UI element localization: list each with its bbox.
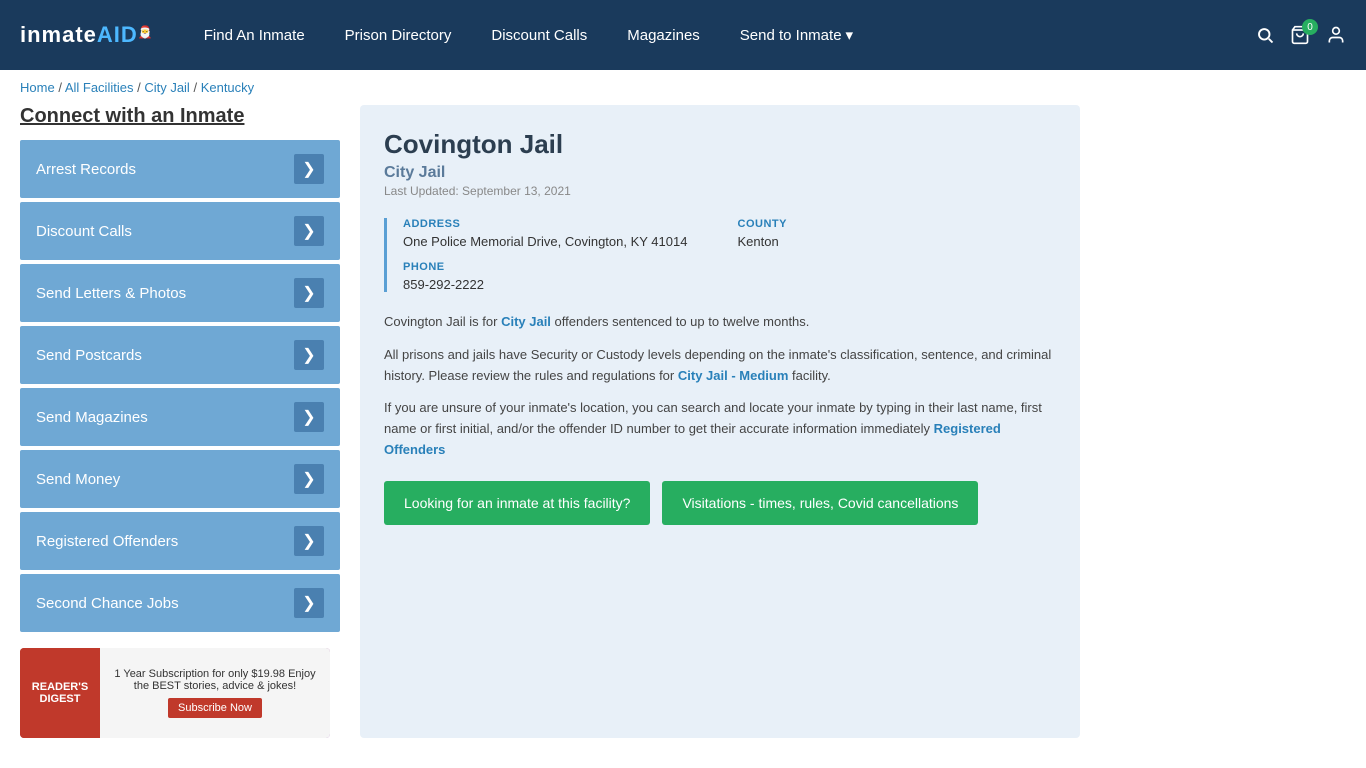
phone-label: PHONE xyxy=(403,261,1056,273)
sidebar-item-label: Arrest Records xyxy=(36,161,136,178)
county-block: COUNTY Kenton xyxy=(738,218,1057,249)
chevron-right-icon: ❯ xyxy=(294,526,324,556)
sidebar-item-send-money[interactable]: Send Money ❯ xyxy=(20,450,340,508)
breadcrumb-state[interactable]: Kentucky xyxy=(201,80,254,95)
phone-value: 859-292-2222 xyxy=(403,277,1056,292)
description-1: Covington Jail is for City Jail offender… xyxy=(384,312,1056,333)
sidebar-item-label: Send Postcards xyxy=(36,347,142,364)
address-value: One Police Memorial Drive, Covington, KY… xyxy=(403,234,722,249)
address-label: ADDRESS xyxy=(403,218,722,230)
ad-inner: READER'S DIGEST 1 Year Subscription for … xyxy=(20,648,330,738)
nav-discount-calls[interactable]: Discount Calls xyxy=(471,0,607,70)
sidebar-item-discount-calls[interactable]: Discount Calls ❯ xyxy=(20,202,340,260)
nav-send-to-inmate[interactable]: Send to Inmate ▾ xyxy=(720,0,873,70)
city-jail-medium-link[interactable]: City Jail - Medium xyxy=(678,368,789,383)
sidebar-item-label: Second Chance Jobs xyxy=(36,595,179,612)
sidebar-item-send-postcards[interactable]: Send Postcards ❯ xyxy=(20,326,340,384)
address-block: ADDRESS One Police Memorial Drive, Covin… xyxy=(403,218,722,249)
sidebar-item-label: Send Magazines xyxy=(36,409,148,426)
chevron-right-icon: ❯ xyxy=(294,278,324,308)
user-button[interactable] xyxy=(1326,25,1346,45)
cart-button[interactable]: 0 xyxy=(1290,25,1310,45)
sidebar-item-label: Registered Offenders xyxy=(36,533,178,550)
sidebar-item-send-letters[interactable]: Send Letters & Photos ❯ xyxy=(20,264,340,322)
search-icon xyxy=(1256,26,1274,44)
breadcrumb-city-jail[interactable]: City Jail xyxy=(144,80,190,95)
facility-title: Covington Jail xyxy=(384,129,1056,160)
sidebar-item-label: Discount Calls xyxy=(36,223,132,240)
facility-details-section: ADDRESS One Police Memorial Drive, Covin… xyxy=(384,218,1056,292)
nav-magazines[interactable]: Magazines xyxy=(607,0,720,70)
logo-inmate: inmate xyxy=(20,22,97,47)
breadcrumb-all-facilities[interactable]: All Facilities xyxy=(65,80,134,95)
sidebar: Connect with an Inmate Arrest Records ❯ … xyxy=(20,105,340,738)
chevron-right-icon: ❯ xyxy=(294,588,324,618)
header-icons: 0 xyxy=(1256,25,1346,45)
visitations-button[interactable]: Visitations - times, rules, Covid cancel… xyxy=(662,481,978,525)
info-grid: ADDRESS One Police Memorial Drive, Covin… xyxy=(403,218,1056,249)
logo-text: inmateAID🎅 xyxy=(20,22,154,48)
breadcrumb: Home / All Facilities / City Jail / Kent… xyxy=(0,70,1366,105)
city-jail-link-1[interactable]: City Jail xyxy=(501,314,551,329)
ad-banner[interactable]: READER'S DIGEST 1 Year Subscription for … xyxy=(20,648,330,738)
sidebar-item-second-chance-jobs[interactable]: Second Chance Jobs ❯ xyxy=(20,574,340,632)
sidebar-item-label: Send Money xyxy=(36,471,120,488)
chevron-right-icon: ❯ xyxy=(294,216,324,246)
breadcrumb-home[interactable]: Home xyxy=(20,80,55,95)
user-icon xyxy=(1326,25,1346,45)
sidebar-item-registered-offenders[interactable]: Registered Offenders ❯ xyxy=(20,512,340,570)
ad-subscribe-button[interactable]: Subscribe Now xyxy=(168,698,262,718)
ad-logo: READER'S DIGEST xyxy=(20,648,100,738)
chevron-right-icon: ❯ xyxy=(294,154,324,184)
facility-updated: Last Updated: September 13, 2021 xyxy=(384,184,1056,198)
cart-badge: 0 xyxy=(1302,19,1318,35)
main-content: Connect with an Inmate Arrest Records ❯ … xyxy=(0,105,1100,758)
chevron-right-icon: ❯ xyxy=(294,340,324,370)
facility-type: City Jail xyxy=(384,164,1056,182)
header: inmateAID🎅 Find An Inmate Prison Directo… xyxy=(0,0,1366,70)
chevron-right-icon: ❯ xyxy=(294,402,324,432)
sidebar-item-label: Send Letters & Photos xyxy=(36,285,186,302)
ad-promo-text: 1 Year Subscription for only $19.98 Enjo… xyxy=(108,668,322,692)
ad-content: 1 Year Subscription for only $19.98 Enjo… xyxy=(100,648,330,738)
send-to-inmate-dropdown-arrow: ▾ xyxy=(846,26,854,44)
sidebar-title: Connect with an Inmate xyxy=(20,105,340,128)
sidebar-item-send-magazines[interactable]: Send Magazines ❯ xyxy=(20,388,340,446)
logo-aid: AID xyxy=(97,22,138,47)
description-3: If you are unsure of your inmate's locat… xyxy=(384,398,1056,460)
logo[interactable]: inmateAID🎅 xyxy=(20,22,154,48)
description-2: All prisons and jails have Security or C… xyxy=(384,345,1056,387)
chevron-right-icon: ❯ xyxy=(294,464,324,494)
phone-block: PHONE 859-292-2222 xyxy=(403,261,1056,292)
county-label: COUNTY xyxy=(738,218,1057,230)
find-inmate-button[interactable]: Looking for an inmate at this facility? xyxy=(384,481,650,525)
action-buttons: Looking for an inmate at this facility? … xyxy=(384,481,1056,525)
logo-hat: 🎅 xyxy=(138,25,154,39)
sidebar-item-arrest-records[interactable]: Arrest Records ❯ xyxy=(20,140,340,198)
facility-content: Covington Jail City Jail Last Updated: S… xyxy=(360,105,1080,738)
nav-prison-directory[interactable]: Prison Directory xyxy=(325,0,472,70)
nav-find-inmate[interactable]: Find An Inmate xyxy=(184,0,325,70)
main-nav: Find An Inmate Prison Directory Discount… xyxy=(184,0,1256,70)
county-value: Kenton xyxy=(738,234,1057,249)
search-button[interactable] xyxy=(1256,26,1274,44)
